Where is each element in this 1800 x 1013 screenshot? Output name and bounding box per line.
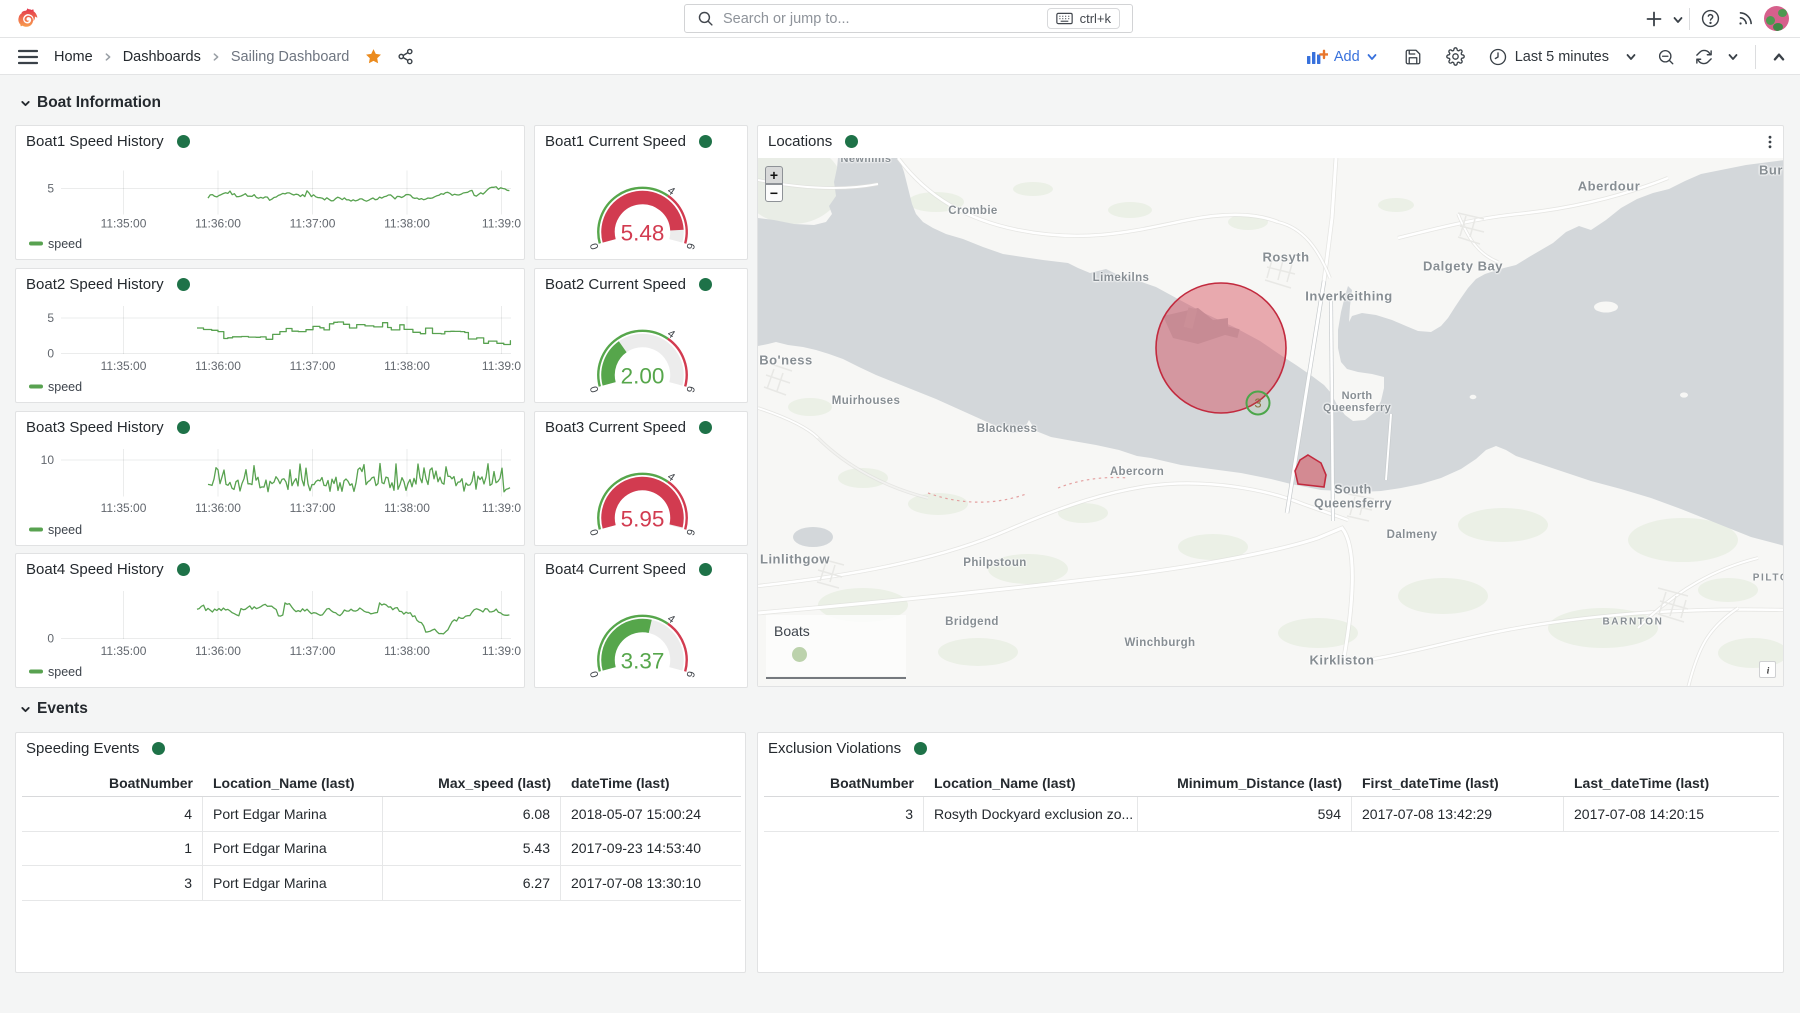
svg-text:PILTO: PILTO bbox=[1753, 573, 1783, 584]
svg-text:5: 5 bbox=[47, 182, 54, 196]
svg-text:Limekilns: Limekilns bbox=[1093, 272, 1150, 284]
svg-text:Winchburgh: Winchburgh bbox=[1125, 637, 1196, 649]
svg-text:Philpstoun: Philpstoun bbox=[963, 557, 1026, 569]
svg-text:0: 0 bbox=[588, 385, 601, 394]
svg-text:Newmills: Newmills bbox=[841, 158, 892, 165]
svg-text:5.95: 5.95 bbox=[621, 506, 665, 531]
svg-text:Muirhouses: Muirhouses bbox=[832, 395, 901, 407]
svg-text:6: 6 bbox=[683, 670, 696, 679]
svg-text:0: 0 bbox=[588, 242, 601, 251]
svg-text:11:39:0: 11:39:0 bbox=[482, 217, 521, 231]
svg-text:Bur: Bur bbox=[1759, 162, 1783, 177]
svg-text:6: 6 bbox=[683, 385, 696, 394]
svg-text:0: 0 bbox=[588, 528, 601, 537]
svg-text:11:35:00: 11:35:00 bbox=[101, 359, 147, 373]
svg-text:5.48: 5.48 bbox=[621, 220, 665, 245]
svg-text:Linlithgow: Linlithgow bbox=[760, 551, 830, 566]
svg-text:11:37:00: 11:37:00 bbox=[290, 217, 336, 231]
svg-text:6: 6 bbox=[683, 242, 696, 251]
svg-text:speed: speed bbox=[48, 523, 82, 537]
svg-text:11:35:00: 11:35:00 bbox=[101, 217, 147, 231]
svg-text:11:37:00: 11:37:00 bbox=[290, 501, 336, 515]
svg-text:Bo'ness: Bo'ness bbox=[759, 352, 813, 367]
svg-text:Queensferry: Queensferry bbox=[1323, 402, 1392, 414]
svg-text:Dalmeny: Dalmeny bbox=[1387, 529, 1438, 541]
svg-text:11:39:0: 11:39:0 bbox=[482, 644, 521, 658]
svg-text:South: South bbox=[1334, 482, 1371, 496]
svg-text:11:36:00: 11:36:00 bbox=[195, 644, 241, 658]
svg-text:11:36:00: 11:36:00 bbox=[195, 501, 241, 515]
svg-text:11:36:00: 11:36:00 bbox=[195, 359, 241, 373]
svg-text:Abercorn: Abercorn bbox=[1110, 466, 1164, 478]
svg-text:3: 3 bbox=[1254, 395, 1261, 410]
svg-text:11:35:00: 11:35:00 bbox=[101, 644, 147, 658]
svg-text:speed: speed bbox=[48, 380, 82, 394]
svg-text:11:39:0: 11:39:0 bbox=[482, 359, 521, 373]
svg-text:Inverkeithing: Inverkeithing bbox=[1305, 288, 1392, 303]
svg-text:Bridgend: Bridgend bbox=[945, 616, 999, 628]
svg-text:11:36:00: 11:36:00 bbox=[195, 217, 241, 231]
svg-text:Aberdour: Aberdour bbox=[1578, 178, 1641, 193]
svg-text:5: 5 bbox=[47, 311, 54, 325]
svg-text:11:38:00: 11:38:00 bbox=[384, 501, 430, 515]
svg-text:North: North bbox=[1342, 390, 1373, 402]
svg-text:speed: speed bbox=[48, 665, 82, 679]
svg-text:Dalgety Bay: Dalgety Bay bbox=[1423, 258, 1503, 273]
svg-text:6: 6 bbox=[683, 528, 696, 537]
svg-text:0: 0 bbox=[588, 670, 601, 679]
svg-text:11:38:00: 11:38:00 bbox=[384, 217, 430, 231]
svg-text:3.37: 3.37 bbox=[621, 648, 665, 673]
svg-text:Queensferry: Queensferry bbox=[1314, 496, 1392, 510]
svg-text:Kirkliston: Kirkliston bbox=[1310, 652, 1375, 667]
svg-text:0: 0 bbox=[47, 632, 54, 646]
svg-text:Crombie: Crombie bbox=[948, 205, 997, 217]
svg-text:Rosyth: Rosyth bbox=[1262, 249, 1309, 264]
svg-text:11:35:00: 11:35:00 bbox=[101, 501, 147, 515]
svg-text:11:39:0: 11:39:0 bbox=[482, 501, 521, 515]
svg-text:speed: speed bbox=[48, 237, 82, 251]
svg-text:11:38:00: 11:38:00 bbox=[384, 359, 430, 373]
svg-text:2.00: 2.00 bbox=[621, 363, 665, 388]
svg-text:11:37:00: 11:37:00 bbox=[290, 359, 336, 373]
svg-text:Blackness: Blackness bbox=[977, 423, 1038, 435]
svg-text:BARNTON: BARNTON bbox=[1602, 617, 1663, 628]
svg-text:11:38:00: 11:38:00 bbox=[384, 644, 430, 658]
svg-text:10: 10 bbox=[41, 453, 55, 467]
svg-text:11:37:00: 11:37:00 bbox=[290, 644, 336, 658]
svg-text:i: i bbox=[1766, 665, 1769, 675]
svg-text:0: 0 bbox=[47, 347, 54, 361]
